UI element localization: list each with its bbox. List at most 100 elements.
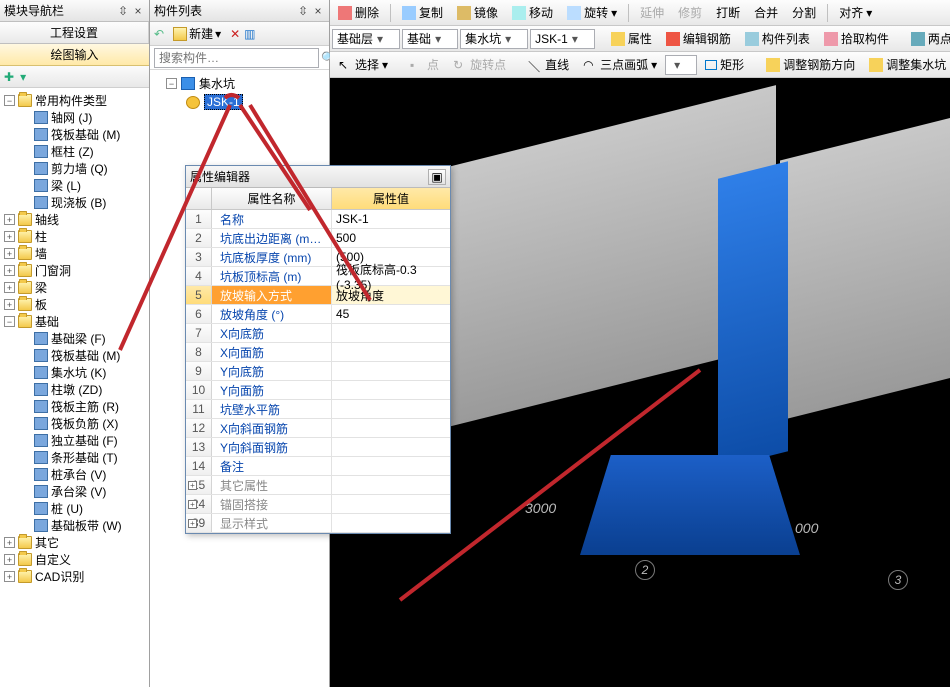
property-name[interactable]: X向面筋 [212, 343, 332, 361]
property-row[interactable]: 12X向斜面钢筋 [186, 419, 450, 438]
tree-node[interactable]: +板 [2, 296, 147, 313]
property-name[interactable]: 备注 [212, 457, 332, 475]
adjust-sump-button[interactable]: 调整集水坑 [863, 53, 950, 76]
property-row[interactable]: 11坑壁水平筋 [186, 400, 450, 419]
nav-tool-expand-icon[interactable]: ▾ [20, 70, 26, 84]
merge-button[interactable]: 合并 [748, 1, 784, 24]
property-name[interactable]: 放坡角度 (°) [212, 305, 332, 323]
tree-node[interactable]: 桩 (U) [2, 500, 147, 517]
property-row[interactable]: 7X向底筋 [186, 324, 450, 343]
tree-node[interactable]: 轴网 (J) [2, 109, 147, 126]
property-name[interactable]: Y向面筋 [212, 381, 332, 399]
tree-node[interactable]: 现浇板 (B) [2, 194, 147, 211]
property-name[interactable]: Y向斜面钢筋 [212, 438, 332, 456]
property-row[interactable]: 1名称JSK-1 [186, 210, 450, 229]
tab-project-settings[interactable]: 工程设置 [0, 22, 149, 43]
line-button[interactable]: ＼直线 [522, 53, 575, 76]
tree-node[interactable]: 独立基础 (F) [2, 432, 147, 449]
property-value[interactable] [332, 362, 450, 380]
property-grid[interactable]: 属性名称 属性值 1名称JSK-12坑底出边距离 (m…5003坑底板厚度 (m… [186, 188, 450, 533]
tree-node[interactable]: 基础板带 (W) [2, 517, 147, 534]
rotate-button[interactable]: 旋转▾ [561, 1, 623, 24]
tree-node[interactable]: 柱墩 (ZD) [2, 381, 147, 398]
close-icon[interactable]: ▣ [428, 169, 446, 185]
tree-node[interactable]: −常用构件类型 [2, 92, 147, 109]
delete-button[interactable]: 删除 [332, 1, 385, 24]
tree-node[interactable]: 条形基础 (T) [2, 449, 147, 466]
category-combo[interactable]: 基础 [402, 29, 458, 49]
property-value[interactable] [332, 476, 450, 494]
property-value[interactable] [332, 343, 450, 361]
mirror-button[interactable]: 镜像 [451, 1, 504, 24]
property-row[interactable]: 9Y向底筋 [186, 362, 450, 381]
layer-combo[interactable]: 基础层 [332, 29, 400, 49]
tree-node[interactable]: 筏板基础 (M) [2, 126, 147, 143]
tree-node[interactable]: 框柱 (Z) [2, 143, 147, 160]
property-value[interactable]: JSK-1 [332, 210, 450, 228]
property-row[interactable]: 14备注 [186, 457, 450, 476]
component-root[interactable]: − 集水坑 [154, 74, 325, 93]
expand-icon[interactable]: + [188, 519, 197, 528]
type-combo[interactable]: 集水坑 [460, 29, 528, 49]
tree-node[interactable]: 承台梁 (V) [2, 483, 147, 500]
pin-icon[interactable]: ⇳ [116, 4, 130, 18]
align-button[interactable]: 对齐▾ [833, 1, 878, 24]
tree-node[interactable]: 筏板负筋 (X) [2, 415, 147, 432]
property-row[interactable]: 4坑板顶标高 (m)筏板底标高-0.3 (-3.35) [186, 267, 450, 286]
property-name[interactable]: 坑底出边距离 (m… [212, 229, 332, 247]
property-value[interactable]: 45 [332, 305, 450, 323]
expand-icon[interactable]: + [4, 214, 15, 225]
property-name[interactable]: 坑底板厚度 (mm) [212, 248, 332, 266]
tree-node[interactable]: 梁 (L) [2, 177, 147, 194]
tree-node[interactable]: +柱 [2, 228, 147, 245]
close-panel-icon[interactable]: × [131, 4, 145, 18]
collapse-icon[interactable]: − [4, 95, 15, 106]
tree-node[interactable]: +自定义 [2, 551, 147, 568]
rotate-point-button[interactable]: ↻旋转点 [447, 53, 512, 76]
move-button[interactable]: 移动 [506, 1, 559, 24]
filter-icon[interactable]: ▥ [244, 27, 255, 41]
property-row[interactable]: 15+其它属性 [186, 476, 450, 495]
expand-icon[interactable]: + [188, 481, 197, 490]
collapse-icon[interactable]: − [4, 316, 15, 327]
property-row[interactable]: 10Y向面筋 [186, 381, 450, 400]
property-value[interactable] [332, 457, 450, 475]
property-name[interactable]: X向斜面钢筋 [212, 419, 332, 437]
tree-node[interactable]: 筏板主筋 (R) [2, 398, 147, 415]
break-button[interactable]: 打断 [710, 1, 746, 24]
tree-node[interactable]: 剪力墙 (Q) [2, 160, 147, 177]
select-button[interactable]: ↖选择▾ [332, 53, 394, 76]
new-component-button[interactable]: 新建 ▾ [168, 23, 226, 44]
nav-up-icon[interactable]: ↶ [154, 27, 164, 41]
tree-node[interactable]: +CAD识别 [2, 568, 147, 585]
name-combo[interactable]: JSK-1 [530, 29, 595, 49]
property-name[interactable]: 放坡输入方式 [212, 286, 332, 304]
split-button[interactable]: 分割 [786, 1, 822, 24]
property-row[interactable]: 2坑底出边距离 (m…500 [186, 229, 450, 248]
comp-list-button[interactable]: 构件列表 [739, 27, 816, 50]
property-value[interactable] [332, 324, 450, 342]
tab-drawing-input[interactable]: 绘图输入 [50, 46, 98, 63]
two-point-button[interactable]: 两点 [905, 27, 950, 50]
tree-node[interactable]: +门窗洞 [2, 262, 147, 279]
tree-node[interactable]: +其它 [2, 534, 147, 551]
property-value[interactable] [332, 438, 450, 456]
property-row[interactable]: 13Y向斜面钢筋 [186, 438, 450, 457]
adjust-rebar-dir-button[interactable]: 调整钢筋方向 [760, 53, 861, 76]
property-name[interactable]: 坑壁水平筋 [212, 400, 332, 418]
property-row[interactable]: 5放坡输入方式放坡角度 [186, 286, 450, 305]
tree-node[interactable]: 筏板基础 (M) [2, 347, 147, 364]
copy-button[interactable]: 复制 [396, 1, 449, 24]
expand-icon[interactable]: + [4, 571, 15, 582]
search-input[interactable] [154, 48, 319, 68]
trim-button[interactable]: 修剪 [672, 1, 708, 24]
property-value[interactable]: 500 [332, 229, 450, 247]
property-value[interactable] [332, 400, 450, 418]
property-row[interactable]: 24+锚固搭接 [186, 495, 450, 514]
expand-icon[interactable]: + [4, 265, 15, 276]
expand-icon[interactable]: + [4, 554, 15, 565]
property-value[interactable]: 放坡角度 [332, 286, 450, 304]
expand-icon[interactable]: + [188, 500, 197, 509]
property-name[interactable]: Y向底筋 [212, 362, 332, 380]
nav-tool-add-icon[interactable]: ✚ [4, 70, 14, 84]
